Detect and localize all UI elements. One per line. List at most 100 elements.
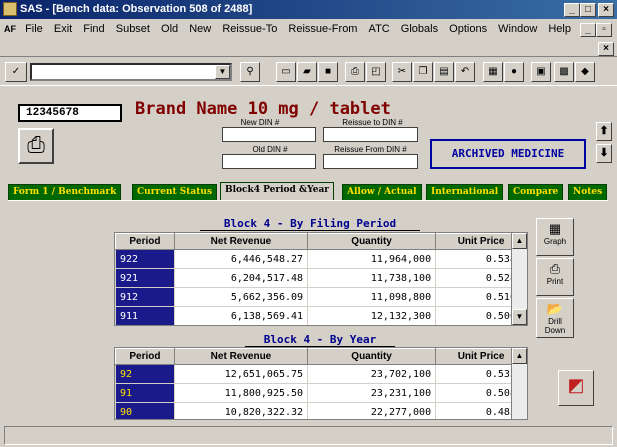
menu-help[interactable]: Help <box>544 19 575 39</box>
year-scrollbar[interactable]: ▲ <box>511 348 527 419</box>
period-grid[interactable]: Period Net Revenue Quantity Unit Price 9… <box>114 232 528 326</box>
col-quantity[interactable]: Quantity <box>307 233 437 250</box>
tab-current-status[interactable]: Current Status <box>132 184 218 201</box>
menu-file[interactable]: File <box>21 19 47 39</box>
mdi-minimize-button[interactable]: _ <box>580 23 596 37</box>
cell-period[interactable]: 921 <box>115 268 175 288</box>
new-din-field[interactable] <box>222 127 316 142</box>
tab-compare[interactable]: Compare <box>508 184 564 201</box>
cell-quantity[interactable]: 23,231,100 <box>307 383 437 403</box>
print-icon[interactable]: ⎙ <box>345 62 365 82</box>
table-icon[interactable]: ▩ <box>554 62 574 82</box>
menu-globals[interactable]: Globals <box>397 19 442 39</box>
menu-exit[interactable]: Exit <box>50 19 76 39</box>
menu-old[interactable]: Old <box>157 19 182 39</box>
table-row[interactable]: 922 6,446,548.27 11,964,000 0.5388 <box>115 249 527 269</box>
cell-net-revenue[interactable]: 11,800,925.50 <box>173 383 309 403</box>
printer-icon[interactable]: ⎙ <box>18 128 54 164</box>
cell-net-revenue[interactable]: 6,446,548.27 <box>173 249 309 269</box>
cell-period[interactable]: 922 <box>115 249 175 269</box>
minimize-button[interactable]: _ <box>564 3 580 17</box>
cell-period[interactable]: 90 <box>115 402 175 419</box>
period-scrollbar[interactable]: ▲ ▼ <box>511 233 527 325</box>
record-id: 12345678 <box>18 104 122 122</box>
book-icon[interactable]: ◆ <box>575 62 595 82</box>
table-row[interactable]: 912 5,662,356.09 11,098,800 0.5102 <box>115 287 527 307</box>
table-row[interactable]: 92 12,651,065.75 23,702,100 0.5338 <box>115 364 527 384</box>
tab-block4-period-year[interactable]: Block4 Period &Year <box>220 182 335 201</box>
cell-quantity[interactable]: 11,964,000 <box>307 249 437 269</box>
menu-options[interactable]: Options <box>445 19 491 39</box>
mdi-restore-button[interactable]: ▫ <box>596 23 612 37</box>
col-net-revenue[interactable]: Net Revenue <box>173 348 309 365</box>
menu-subset[interactable]: Subset <box>112 19 154 39</box>
cell-net-revenue[interactable]: 5,662,356.09 <box>173 287 309 307</box>
cell-period[interactable]: 912 <box>115 287 175 307</box>
globe-icon[interactable]: ● <box>504 62 524 82</box>
maximize-button[interactable]: □ <box>580 3 596 17</box>
check-icon[interactable]: ✓ <box>5 62 27 82</box>
drill-down-button[interactable]: 📂 Drill Down <box>536 298 574 338</box>
cell-quantity[interactable]: 11,098,800 <box>307 287 437 307</box>
sas-app-icon[interactable] <box>3 2 17 16</box>
paste-icon[interactable]: ▤ <box>434 62 454 82</box>
cut-icon[interactable]: ✂ <box>392 62 412 82</box>
tab-allow-actual[interactable]: Allow / Actual <box>342 184 422 201</box>
print-button[interactable]: ⎙ Print <box>536 258 574 296</box>
old-din-field[interactable] <box>222 154 316 169</box>
cell-quantity[interactable]: 12,132,300 <box>307 306 437 325</box>
tab-international[interactable]: International <box>426 184 504 201</box>
pin-icon[interactable]: ⚲ <box>240 62 260 82</box>
cell-net-revenue[interactable]: 12,651,065.75 <box>173 364 309 384</box>
col-period[interactable]: Period <box>115 348 175 365</box>
down-arrow-icon[interactable]: ⬇ <box>596 144 612 163</box>
tab-form1-benchmark[interactable]: Form 1 / Benchmark <box>8 184 122 201</box>
cell-net-revenue[interactable]: 6,138,569.41 <box>173 306 309 325</box>
up-arrow-icon[interactable]: ⬆ <box>596 122 612 141</box>
cell-net-revenue[interactable]: 10,820,322.32 <box>173 402 309 419</box>
mdi-close-button[interactable]: × <box>598 42 614 56</box>
menu-atc[interactable]: ATC <box>365 19 394 39</box>
year-table: Period Net Revenue Quantity Unit Price 9… <box>115 348 527 419</box>
open-folder-icon[interactable]: ▰ <box>297 62 317 82</box>
year-grid[interactable]: Period Net Revenue Quantity Unit Price 9… <box>114 347 528 420</box>
menu-new[interactable]: New <box>185 19 215 39</box>
command-combo[interactable]: ▼ <box>30 63 232 81</box>
table-row[interactable]: 911 6,138,569.41 12,132,300 0.5060 <box>115 306 527 325</box>
graph-button[interactable]: ▦ Graph <box>536 218 574 256</box>
mdi-doc-icon[interactable]: AF <box>0 19 18 39</box>
reissue-from-din-field[interactable] <box>323 154 418 169</box>
cell-period[interactable]: 911 <box>115 306 175 325</box>
col-quantity[interactable]: Quantity <box>307 348 437 365</box>
col-period[interactable]: Period <box>115 233 175 250</box>
undo-icon[interactable]: ↶ <box>455 62 475 82</box>
menu-reissue-to[interactable]: Reissue-To <box>218 19 281 39</box>
menu-reissue-from[interactable]: Reissue-From <box>284 19 361 39</box>
chart-button[interactable]: ◩ <box>558 370 594 406</box>
print-preview-icon[interactable]: ◰ <box>366 62 386 82</box>
copy-icon[interactable]: ❐ <box>413 62 433 82</box>
new-file-icon[interactable]: ▭ <box>276 62 296 82</box>
cell-net-revenue[interactable]: 6,204,517.48 <box>173 268 309 288</box>
scroll-up-icon[interactable]: ▲ <box>512 233 527 249</box>
close-button[interactable]: × <box>598 3 614 17</box>
cell-quantity[interactable]: 11,738,100 <box>307 268 437 288</box>
libraries-icon[interactable]: ▦ <box>483 62 503 82</box>
scroll-down-icon[interactable]: ▼ <box>512 309 527 325</box>
table-row[interactable]: 91 11,800,925.50 23,231,100 0.5080 <box>115 383 527 403</box>
table-row[interactable]: 921 6,204,517.48 11,738,100 0.5286 <box>115 268 527 288</box>
scroll-up-icon[interactable]: ▲ <box>512 348 527 364</box>
save-icon[interactable]: ■ <box>318 62 338 82</box>
cell-period[interactable]: 91 <box>115 383 175 403</box>
cell-quantity[interactable]: 23,702,100 <box>307 364 437 384</box>
menu-window[interactable]: Window <box>494 19 541 39</box>
explorer-icon[interactable]: ▣ <box>531 62 551 82</box>
reissue-to-din-field[interactable] <box>323 127 418 142</box>
tab-notes[interactable]: Notes <box>568 184 608 201</box>
col-net-revenue[interactable]: Net Revenue <box>173 233 309 250</box>
chevron-down-icon[interactable]: ▼ <box>215 65 230 79</box>
cell-period[interactable]: 92 <box>115 364 175 384</box>
menu-find[interactable]: Find <box>79 19 108 39</box>
cell-quantity[interactable]: 22,277,000 <box>307 402 437 419</box>
table-row[interactable]: 90 10,820,322.32 22,277,000 0.4857 <box>115 402 527 419</box>
